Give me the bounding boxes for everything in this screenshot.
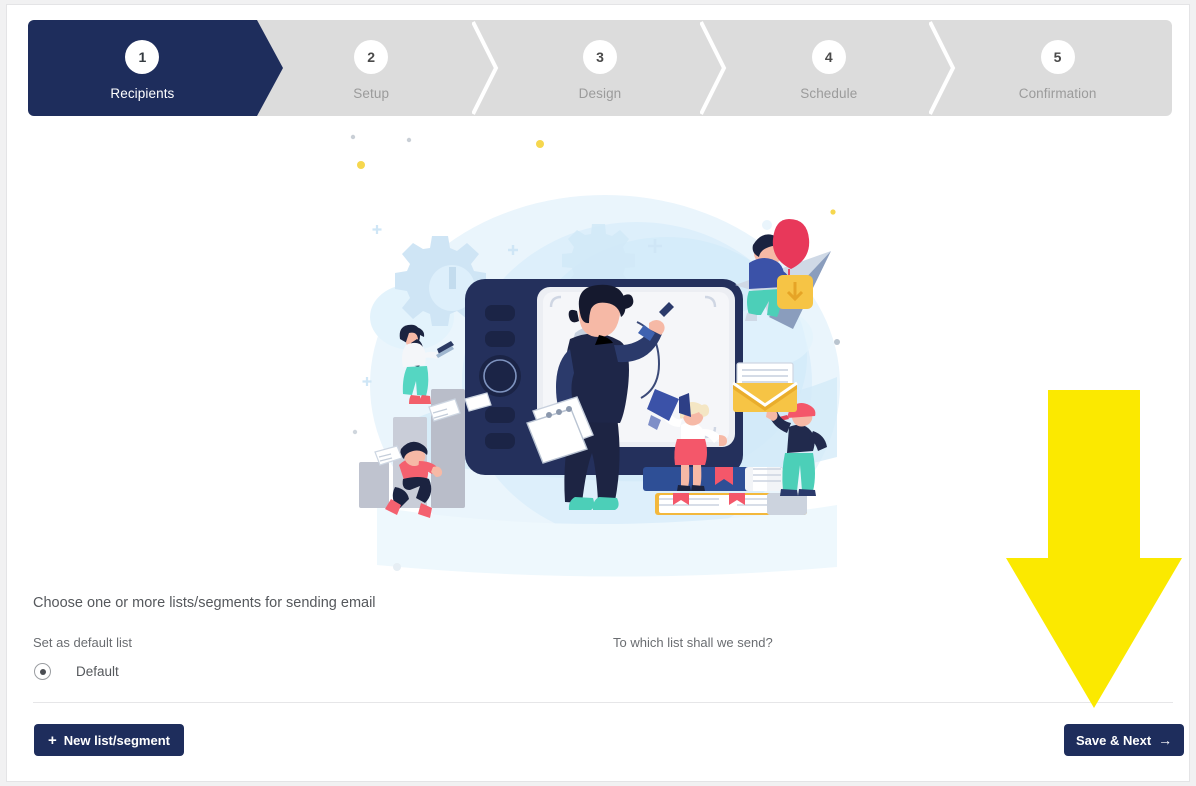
new-list-segment-label: New list/segment (63, 732, 170, 748)
default-list-label: Set as default list (33, 635, 132, 650)
default-list-name: Default (76, 664, 119, 679)
page-lead-text: Choose one or more lists/segments for se… (33, 595, 376, 611)
step-label-recipients: Recipients (110, 85, 175, 101)
footer-divider (33, 702, 1173, 703)
save-and-next-button[interactable]: Save & Next → (1064, 724, 1185, 756)
step-number-1: 1 (125, 39, 160, 74)
step-label-setup: Setup (353, 85, 390, 101)
step-design[interactable]: 3 Design (471, 20, 715, 116)
list-item[interactable]: Default (34, 663, 119, 680)
step-number-3: 3 (582, 39, 617, 74)
wizard-card: 1 Recipients 2 Setup 3 Design 4 Schedule (6, 4, 1190, 782)
step-confirmation[interactable]: 5 Confirmation (929, 20, 1172, 116)
arrow-right-icon: → (1158, 732, 1173, 748)
plus-icon: + (48, 731, 57, 749)
step-label-confirmation: Confirmation (1018, 85, 1097, 101)
step-number-5: 5 (1040, 39, 1075, 74)
step-number-2: 2 (354, 39, 389, 74)
step-schedule[interactable]: 4 Schedule (700, 20, 944, 116)
step-label-design: Design (578, 85, 622, 101)
step-recipients[interactable]: 1 Recipients (28, 20, 283, 116)
step-setup[interactable]: 2 Setup (242, 20, 486, 116)
default-list-radio[interactable] (34, 663, 51, 680)
step-label-schedule: Schedule (800, 85, 858, 101)
which-list-label: To which list shall we send? (613, 635, 773, 650)
wizard-stepper: 1 Recipients 2 Setup 3 Design 4 Schedule (28, 20, 1172, 116)
step-number-4: 4 (811, 39, 846, 74)
new-list-segment-button[interactable]: + New list/segment (34, 724, 184, 756)
hero-illustration (337, 127, 877, 589)
save-and-next-label: Save & Next (1076, 732, 1152, 748)
